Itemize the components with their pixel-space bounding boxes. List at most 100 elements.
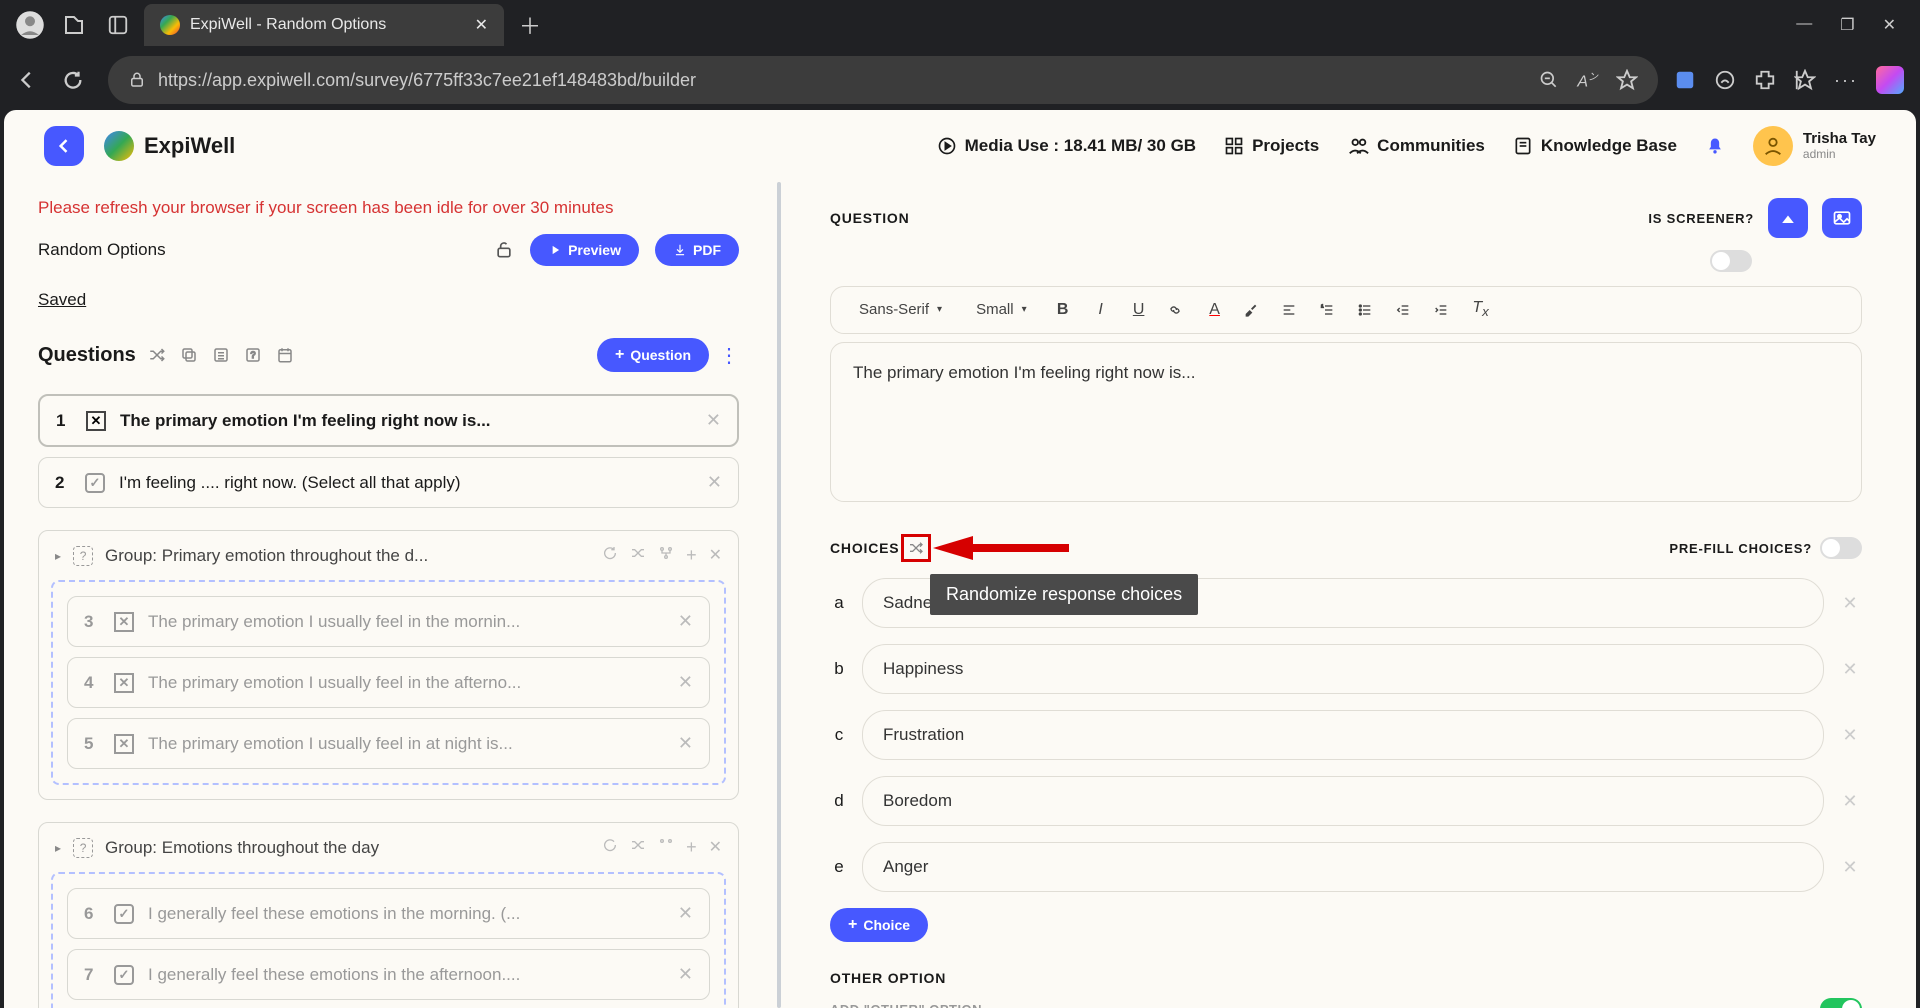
media-use-indicator[interactable]: Media Use : 18.41 MB/ 30 GB — [937, 136, 1196, 156]
add-choice-button[interactable]: +Choice — [830, 908, 928, 942]
remove-question-icon[interactable]: ✕ — [678, 903, 693, 924]
pane-divider[interactable] — [774, 182, 784, 1008]
image-action-button[interactable] — [1822, 198, 1862, 238]
group-branch-icon[interactable] — [658, 837, 674, 858]
nav-communities[interactable]: Communities — [1347, 135, 1485, 157]
close-window-icon[interactable]: ✕ — [1883, 15, 1896, 35]
underline-icon[interactable]: U — [1129, 301, 1149, 319]
choice-input[interactable] — [862, 776, 1824, 826]
copilot-icon[interactable] — [1876, 66, 1904, 94]
question-item-2[interactable]: 2 ✓ I'm feeling .... right now. (Select … — [38, 457, 739, 508]
profile-icon[interactable] — [12, 7, 48, 43]
remove-choice-icon[interactable]: ✕ — [1838, 593, 1862, 614]
prefill-toggle[interactable] — [1820, 537, 1862, 559]
question-item-4[interactable]: 4 ✕ The primary emotion I usually feel i… — [67, 657, 710, 708]
group-branch-icon[interactable] — [658, 545, 674, 566]
upload-action-button[interactable] — [1768, 198, 1808, 238]
group-add-icon[interactable]: + — [686, 837, 697, 858]
remove-question-icon[interactable]: ✕ — [706, 410, 721, 431]
text-color-icon[interactable]: A — [1205, 301, 1225, 319]
url-bar[interactable]: https://app.expiwell.com/survey/6775ff33… — [108, 56, 1658, 104]
favorites-icon[interactable] — [1794, 69, 1816, 91]
choice-input[interactable] — [862, 710, 1824, 760]
group-remove-icon[interactable]: ✕ — [709, 545, 722, 566]
group-title[interactable]: Group: Emotions throughout the day — [105, 838, 379, 858]
logo[interactable]: ExpiWell — [104, 131, 235, 161]
remove-question-icon[interactable]: ✕ — [678, 733, 693, 754]
help-icon[interactable]: ? — [242, 344, 264, 366]
question-item-7[interactable]: 7 ✓ I generally feel these emotions in t… — [67, 949, 710, 1000]
group-refresh-icon[interactable] — [602, 545, 618, 566]
remove-choice-icon[interactable]: ✕ — [1838, 857, 1862, 878]
ordered-list-icon[interactable]: 1 — [1319, 302, 1339, 318]
question-item-6[interactable]: 6 ✓ I generally feel these emotions in t… — [67, 888, 710, 939]
refresh-icon[interactable] — [62, 69, 92, 91]
back-icon[interactable] — [16, 69, 46, 91]
add-other-toggle[interactable] — [1820, 998, 1862, 1008]
tab-actions-icon[interactable] — [100, 7, 136, 43]
text-size-icon[interactable]: Aン — [1577, 68, 1598, 91]
saved-status[interactable]: Saved — [38, 290, 739, 310]
highlight-icon[interactable] — [1243, 302, 1263, 318]
group-shuffle-icon[interactable] — [630, 545, 646, 566]
nav-knowledge[interactable]: Knowledge Base — [1513, 136, 1677, 156]
randomize-choices-button[interactable] — [901, 534, 931, 562]
group-shuffle-icon[interactable] — [630, 837, 646, 858]
outdent-icon[interactable] — [1395, 302, 1415, 318]
more-icon[interactable]: ··· — [1834, 70, 1858, 91]
back-button[interactable] — [44, 126, 84, 166]
group-remove-icon[interactable]: ✕ — [709, 837, 722, 858]
bullet-list-icon[interactable] — [1357, 302, 1377, 318]
new-tab-icon[interactable]: ＋ — [512, 7, 548, 43]
favorite-icon[interactable] — [1616, 69, 1638, 91]
shuffle-icon[interactable] — [146, 344, 168, 366]
unlock-icon[interactable] — [494, 240, 514, 260]
pdf-button[interactable]: PDF — [655, 234, 739, 266]
preview-button[interactable]: Preview — [530, 234, 639, 266]
chevron-right-icon[interactable]: ▸ — [55, 841, 61, 855]
choice-input[interactable] — [862, 644, 1824, 694]
notifications-icon[interactable] — [1705, 136, 1725, 156]
extension-icon-1[interactable] — [1674, 69, 1696, 91]
font-family-select[interactable]: Sans-Serif▾ — [851, 297, 950, 322]
question-item-5[interactable]: 5 ✕ The primary emotion I usually feel i… — [67, 718, 710, 769]
calendar-icon[interactable] — [274, 344, 296, 366]
remove-question-icon[interactable]: ✕ — [678, 964, 693, 985]
group-add-icon[interactable]: + — [686, 545, 697, 566]
zoom-icon[interactable] — [1539, 70, 1559, 90]
align-icon[interactable] — [1281, 302, 1301, 318]
group-refresh-icon[interactable] — [602, 837, 618, 858]
copy-icon[interactable] — [178, 344, 200, 366]
remove-question-icon[interactable]: ✕ — [678, 672, 693, 693]
remove-choice-icon[interactable]: ✕ — [1838, 725, 1862, 746]
link-icon[interactable] — [1167, 302, 1187, 318]
add-question-button[interactable]: +Question — [597, 338, 709, 372]
remove-choice-icon[interactable]: ✕ — [1838, 659, 1862, 680]
indent-icon[interactable] — [1433, 302, 1453, 318]
user-menu[interactable]: Trisha Tay admin — [1753, 126, 1876, 166]
question-text-editor[interactable]: The primary emotion I'm feeling right no… — [830, 342, 1862, 502]
workspaces-icon[interactable] — [56, 7, 92, 43]
choice-input[interactable] — [862, 842, 1824, 892]
bold-icon[interactable]: B — [1053, 301, 1073, 319]
extensions-icon[interactable] — [1754, 69, 1776, 91]
list-icon[interactable] — [210, 344, 232, 366]
screener-toggle[interactable] — [1710, 250, 1752, 272]
clear-format-icon[interactable]: Tx — [1471, 299, 1491, 319]
extension-icon-2[interactable] — [1714, 69, 1736, 91]
italic-icon[interactable]: I — [1091, 301, 1111, 319]
question-menu-icon[interactable]: ⋮ — [719, 343, 739, 368]
remove-question-icon[interactable]: ✕ — [707, 472, 722, 493]
lock-icon[interactable] — [128, 71, 146, 89]
nav-projects[interactable]: Projects — [1224, 136, 1319, 156]
remove-choice-icon[interactable]: ✕ — [1838, 791, 1862, 812]
question-item-1[interactable]: 1 ✕ The primary emotion I'm feeling righ… — [38, 394, 739, 447]
question-item-3[interactable]: 3 ✕ The primary emotion I usually feel i… — [67, 596, 710, 647]
browser-tab[interactable]: ExpiWell - Random Options ✕ — [144, 4, 504, 46]
minimize-icon[interactable]: — — [1796, 15, 1812, 35]
remove-question-icon[interactable]: ✕ — [678, 611, 693, 632]
chevron-right-icon[interactable]: ▸ — [55, 549, 61, 563]
maximize-icon[interactable]: ❐ — [1840, 15, 1854, 35]
group-title[interactable]: Group: Primary emotion throughout the d.… — [105, 546, 428, 566]
tab-close-icon[interactable]: ✕ — [475, 15, 488, 35]
